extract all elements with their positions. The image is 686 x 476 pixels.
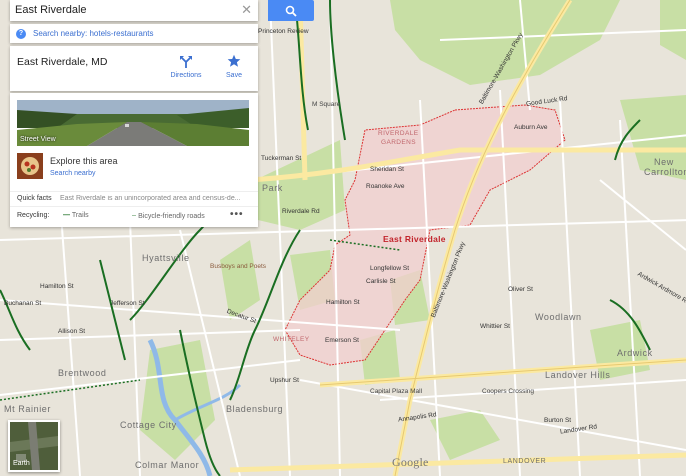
map-label-tuckerman-st: Tuckerman St (261, 155, 302, 162)
map-label-whittier-st: Whittier St (480, 323, 510, 330)
map-label-hyattsville: Hyattsville (142, 253, 190, 263)
earth-label: Earth (13, 460, 30, 467)
bike-roads-legend: ┈ Bicycle-friendly roads (132, 212, 205, 220)
save-button[interactable]: Save (210, 54, 258, 79)
place-title: East Riverdale, MD (17, 56, 108, 68)
recycling-label: Recycling: (17, 212, 50, 219)
trail-line-icon: — (63, 212, 70, 219)
directions-icon (180, 56, 192, 68)
map-label-hamilton-st-2: Hamilton St (40, 283, 74, 290)
bike-dotted-icon: ┈ (132, 213, 137, 220)
map-label-longfellow-st: Longfellow St (370, 265, 410, 272)
search-nearby-link[interactable]: Search nearby: hotels-restaurants (33, 29, 154, 38)
map-label-new: New (654, 157, 674, 167)
map-label-landover: LANDOVER (503, 458, 547, 465)
map-label-auburn-ave: Auburn Ave (514, 124, 548, 131)
map-label-woodlawn: Woodlawn (535, 312, 582, 322)
quick-facts-text[interactable]: East Riverdale is an unincorporated area… (60, 195, 252, 202)
map-label-ardwick: Ardwick (617, 348, 653, 358)
map-label-sheridan-st: Sheridan St (370, 166, 404, 173)
map-label-busboys-and-poets: Busboys and Poets (210, 263, 267, 270)
trails-legend: — Trails (63, 212, 89, 219)
map-label-park: Park (262, 183, 283, 193)
search-nearby-bar[interactable]: ? Search nearby: hotels-restaurants (10, 24, 258, 43)
place-details-card: Street View Explore this area Search nea… (10, 93, 258, 227)
quick-facts-row: Quick facts East Riverdale is an unincor… (10, 191, 258, 206)
map-label-riverdale-rd: Riverdale Rd (282, 208, 320, 215)
map-label-riverdale-gardens-2: GARDENS (381, 139, 416, 146)
map-label-bladensburg: Bladensburg (226, 404, 284, 414)
search-icon (285, 5, 297, 17)
map-label-oliver-st: Oliver St (508, 286, 533, 293)
map-label-capital-plaza-mall: Capital Plaza Mall (370, 388, 423, 395)
map-label-brentwood: Brentwood (58, 368, 107, 378)
more-options-icon[interactable]: ••• (230, 209, 244, 220)
search-input[interactable] (15, 2, 235, 18)
save-label: Save (226, 72, 242, 79)
quick-facts-label: Quick facts (17, 195, 52, 202)
map-label-emerson-st: Emerson St (325, 337, 359, 344)
search-button[interactable] (268, 0, 314, 21)
food-image (17, 153, 43, 179)
google-logo: Google (392, 455, 429, 469)
map-label-colmar-manor: Colmar Manor (135, 460, 200, 470)
place-header-card: East Riverdale, MD Directions Save (10, 46, 258, 91)
map-label-roanoke-ave: Roanoke Ave (366, 183, 405, 190)
street-view-thumbnail[interactable]: Street View (17, 100, 249, 146)
recycling-legend: Recycling: — Trails ┈ Bicycle-friendly r… (10, 206, 258, 225)
map-label-landover-hills: Landover Hills (545, 370, 611, 380)
map-label-riverdale-gardens: RIVERDALE (378, 130, 419, 137)
map-label-allison-st: Allison St (58, 328, 86, 335)
map-label-mt-rainier: Mt Rainier (4, 404, 52, 414)
earth-view-toggle[interactable]: Earth (8, 420, 60, 472)
star-icon (227, 54, 241, 67)
trails-label: Trails (71, 212, 89, 219)
map-label-carrollton: Carrollton (644, 167, 686, 177)
directions-label: Directions (170, 72, 202, 79)
explore-title: Explore this area (50, 156, 118, 166)
map-label-buchanan-st: Buchanan St (4, 300, 42, 307)
map-label-cottage-city: Cottage City (120, 420, 177, 430)
map-label-whiteley: WHITELEY (273, 336, 310, 343)
explore-thumbnail[interactable] (17, 153, 43, 179)
street-view-label: Street View (20, 136, 56, 143)
directions-button[interactable]: Directions (162, 54, 210, 79)
map-label-burton-st: Burton St (544, 417, 572, 424)
clear-search-icon[interactable]: ✕ (241, 2, 252, 18)
map-label-hamilton-st: Hamilton St (326, 299, 360, 306)
search-box[interactable]: ✕ (10, 0, 258, 21)
question-icon: ? (16, 28, 26, 39)
map-label-east-riverdale: East Riverdale (383, 234, 446, 244)
map-label-princeton-review: Princeton Review (258, 28, 309, 35)
map-label-jefferson-st: Jefferson St (110, 300, 145, 307)
map-label-carlisle-st: Carlisle St (366, 278, 396, 285)
map-label-upshur-st: Upshur St (270, 377, 299, 384)
map-label-coopers-crossing: Coopers Crossing (482, 388, 535, 395)
map-label-m-square: M Square (312, 101, 341, 108)
bike-roads-label: Bicycle-friendly roads (138, 213, 205, 220)
explore-search-nearby-link[interactable]: Search nearby (50, 170, 96, 177)
